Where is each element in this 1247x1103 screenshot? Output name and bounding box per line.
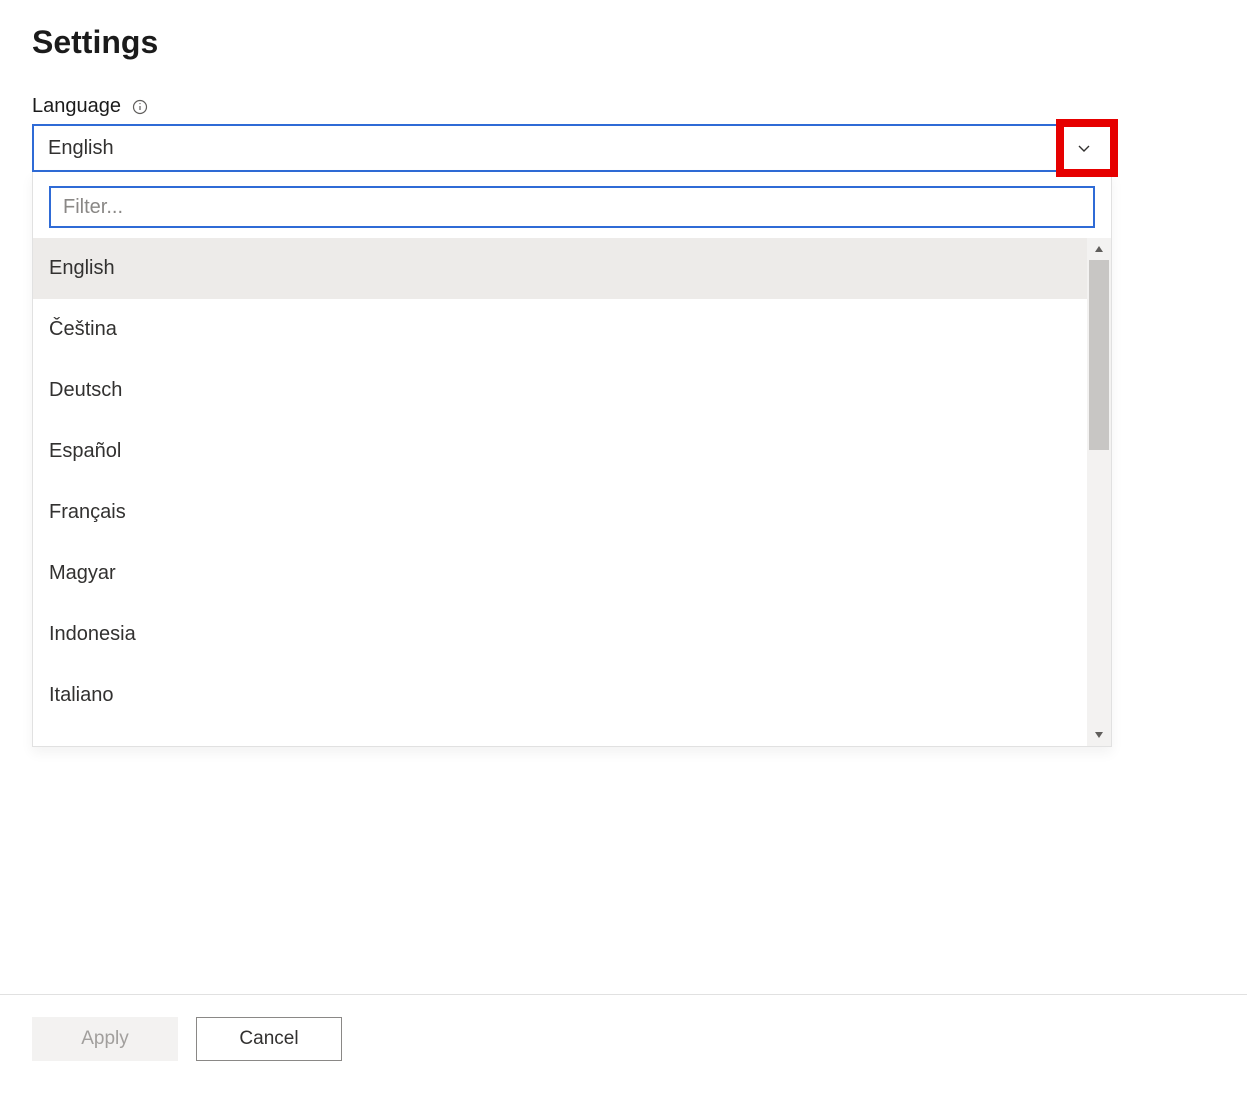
language-options-list: English Čeština Deutsch Español Français… — [33, 238, 1087, 746]
chevron-down-icon[interactable] — [1072, 136, 1096, 160]
language-option[interactable]: English — [33, 238, 1087, 299]
language-option[interactable]: Español — [33, 421, 1087, 482]
language-option[interactable]: Indonesia — [33, 604, 1087, 665]
language-option[interactable]: Čeština — [33, 299, 1087, 360]
scroll-thumb[interactable] — [1089, 260, 1109, 450]
dropdown-scrollbar[interactable] — [1087, 238, 1111, 746]
language-select[interactable]: English — [32, 124, 1112, 172]
language-option[interactable]: Français — [33, 482, 1087, 543]
apply-button: Apply — [32, 1017, 178, 1061]
language-option[interactable]: Magyar — [33, 543, 1087, 604]
scroll-track[interactable] — [1087, 260, 1111, 724]
info-icon[interactable] — [131, 98, 149, 116]
scroll-up-icon[interactable] — [1087, 238, 1111, 260]
footer-actions: Apply Cancel — [0, 994, 1247, 1061]
page-title: Settings — [32, 24, 1215, 61]
cancel-button[interactable]: Cancel — [196, 1017, 342, 1061]
language-filter-input[interactable] — [49, 186, 1095, 228]
language-label: Language — [32, 95, 121, 118]
language-option[interactable]: Deutsch — [33, 360, 1087, 421]
language-option[interactable]: Italiano — [33, 665, 1087, 726]
language-select-value: English — [48, 137, 114, 160]
language-dropdown: English Čeština Deutsch Español Français… — [32, 172, 1112, 747]
scroll-down-icon[interactable] — [1087, 724, 1111, 746]
